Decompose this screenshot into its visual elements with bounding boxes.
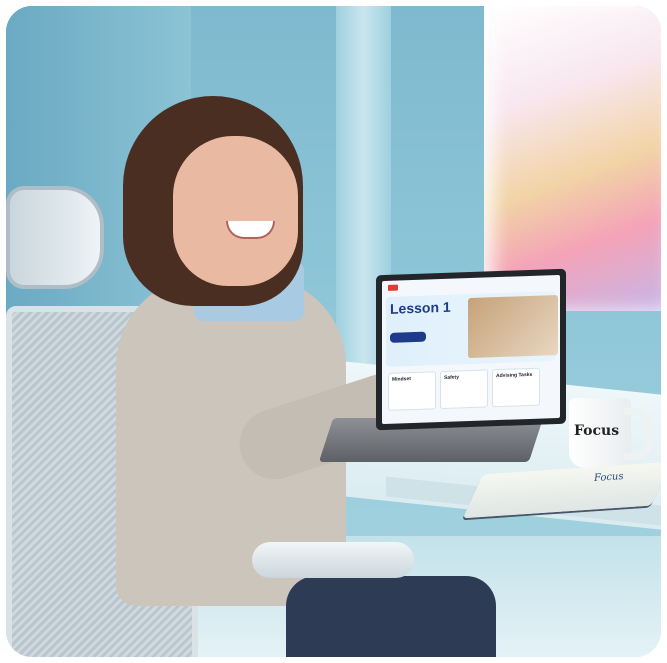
jeans xyxy=(286,576,496,657)
lesson-page: Lesson 1 Mindset Safety Advising Tasks xyxy=(382,274,560,425)
logo-badge xyxy=(388,284,398,291)
photo-frame: Lesson 1 Mindset Safety Advising Tasks F… xyxy=(6,6,661,657)
window xyxy=(484,6,661,311)
laptop-screen: Lesson 1 Mindset Safety Advising Tasks xyxy=(376,268,566,431)
card-advising-tasks: Advising Tasks xyxy=(492,367,540,408)
card-mindset: Mindset xyxy=(388,371,436,411)
card-safety: Safety xyxy=(440,369,488,410)
instructor-photo xyxy=(468,294,558,359)
start-button xyxy=(390,331,426,343)
lesson-title: Lesson 1 xyxy=(390,298,451,317)
mug-handle xyxy=(624,408,653,460)
face xyxy=(173,136,298,286)
notebook-label: Focus xyxy=(593,470,624,485)
mug-label: Focus xyxy=(574,423,620,439)
chair-headrest xyxy=(6,186,104,289)
chair-armrest xyxy=(252,542,414,578)
